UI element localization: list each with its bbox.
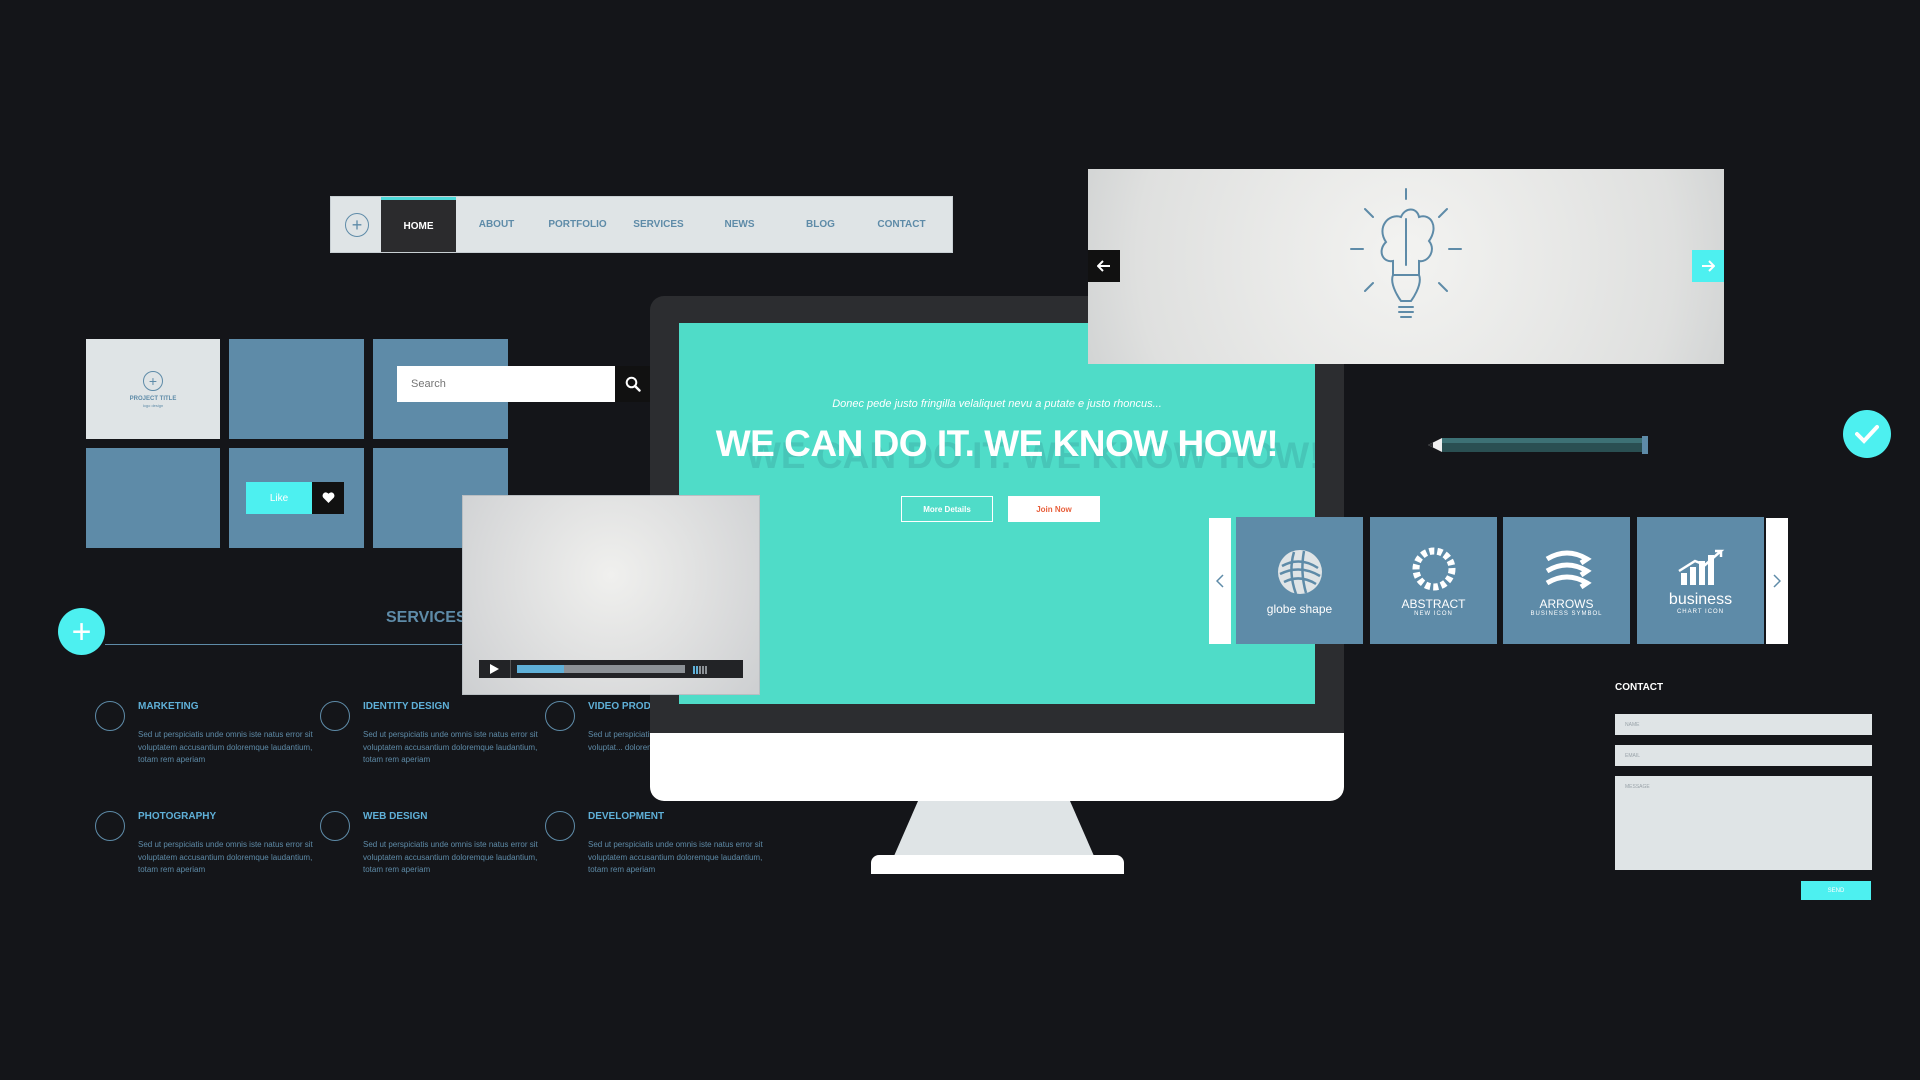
- nav-item-services[interactable]: SERVICES: [618, 197, 699, 252]
- nav-item-portfolio[interactable]: PORTFOLIO: [537, 197, 618, 252]
- nav-item-about[interactable]: ABOUT: [456, 197, 537, 252]
- laptop-icon: [320, 811, 350, 841]
- main-nav: + HOME ABOUT PORTFOLIO SERVICES NEWS BLO…: [330, 196, 953, 253]
- carousel-prev-button[interactable]: [1209, 518, 1231, 644]
- logo-title: business: [1668, 590, 1733, 608]
- arrow-left-icon: [1097, 260, 1110, 272]
- slider-prev-button[interactable]: [1088, 250, 1120, 282]
- plus-icon: +: [71, 612, 92, 651]
- globe-logo-icon: [1277, 549, 1322, 594]
- more-details-button[interactable]: More Details: [901, 496, 993, 522]
- logo-subtitle: CHART ICON: [1676, 608, 1725, 615]
- service-title: VIDEO PRODU: [588, 701, 659, 712]
- service-desc: Sed ut perspiciatis unde omnis iste natu…: [138, 730, 313, 764]
- carousel-next-button[interactable]: [1766, 518, 1788, 644]
- service-title: WEB DESIGN: [363, 811, 428, 822]
- logo-title: ABSTRACT: [1401, 596, 1466, 611]
- like-button[interactable]: Like: [246, 482, 344, 514]
- monitor-stand: [894, 801, 1094, 856]
- search-box: [397, 366, 651, 402]
- megaphone-icon: [95, 701, 125, 731]
- nav-item-home[interactable]: HOME: [381, 197, 456, 252]
- arrow-right-icon: [1702, 260, 1715, 272]
- grid-tile[interactable]: [86, 448, 220, 548]
- email-field[interactable]: EMAIL: [1615, 745, 1872, 766]
- chevron-right-icon: [1773, 574, 1781, 588]
- play-icon: [490, 664, 499, 674]
- search-input[interactable]: [397, 378, 577, 390]
- logo-tile[interactable]: ABSTRACT NEW ICON: [1370, 517, 1497, 644]
- pencil-icon: [1428, 436, 1648, 454]
- logo-tile[interactable]: globe shape: [1236, 517, 1363, 644]
- video-controls: [479, 660, 743, 678]
- chevron-left-icon: [1216, 574, 1224, 588]
- arrows-logo-icon: [1545, 550, 1592, 589]
- like-label: Like: [246, 482, 312, 514]
- project-tile[interactable]: + PROJECT TITLE logo design: [86, 339, 220, 439]
- video-camera-icon: [545, 701, 575, 731]
- message-field[interactable]: MESSAGE: [1615, 776, 1872, 870]
- project-subtitle: logo design: [142, 402, 164, 408]
- nav-item-blog[interactable]: BLOG: [780, 197, 861, 252]
- grid-tile[interactable]: [229, 339, 364, 439]
- service-title: DEVELOPMENT: [588, 811, 665, 822]
- logo-subtitle: BUSINESS SYMBOL: [1530, 610, 1603, 617]
- add-button[interactable]: +: [58, 608, 105, 655]
- contact-title: CONTACT: [1615, 682, 1664, 693]
- service-desc: Sed ut perspiciatis unde omnis iste natu…: [363, 730, 538, 764]
- chart-logo-icon: [1677, 549, 1724, 585]
- plus-icon: +: [143, 370, 163, 391]
- search-icon: [625, 376, 641, 392]
- image-slider: [1088, 169, 1724, 364]
- abstract-logo-icon: [1412, 547, 1455, 590]
- logo-title: globe shape: [1266, 601, 1333, 616]
- video-progress-fill: [517, 665, 565, 673]
- service-title: PHOTOGRAPHY: [138, 811, 217, 822]
- volume-icon[interactable]: [693, 664, 709, 674]
- nav-item-news[interactable]: NEWS: [699, 197, 780, 252]
- service-desc: Sed ut perspiciatis unde omnis iste natu…: [363, 840, 538, 874]
- logo-tile[interactable]: business CHART ICON: [1637, 517, 1764, 644]
- video-player[interactable]: [462, 495, 760, 695]
- monitor-base: [871, 855, 1124, 874]
- video-progress-bar[interactable]: [517, 665, 685, 673]
- logo-title: ARROWS: [1539, 596, 1594, 611]
- plus-icon[interactable]: +: [345, 212, 369, 237]
- nav-item-contact[interactable]: CONTACT: [861, 197, 942, 252]
- logo-tile[interactable]: ARROWS BUSINESS SYMBOL: [1503, 517, 1630, 644]
- hero-subtitle: Donec pede justo fringilla velaliquet ne…: [832, 398, 1162, 410]
- service-desc: Sed ut perspiciatis unde omnis iste natu…: [588, 840, 763, 874]
- logo-subtitle: NEW ICON: [1414, 610, 1453, 617]
- confirm-button[interactable]: [1843, 410, 1891, 458]
- slider-next-button[interactable]: [1692, 250, 1724, 282]
- brain-lightbulb-icon: [1350, 188, 1462, 318]
- monitor-screen: WE CAN DO IT. WE KNOW HOW! Donec pede ju…: [679, 323, 1315, 704]
- divider: [105, 644, 485, 645]
- join-now-button[interactable]: Join Now: [1008, 496, 1100, 522]
- hero-title: WE CAN DO IT. WE KNOW HOW!: [715, 423, 1279, 464]
- send-button[interactable]: SEND: [1801, 881, 1871, 900]
- project-title: PROJECT TITLE: [129, 395, 177, 402]
- checkmark-icon: [1855, 425, 1879, 444]
- service-desc: Sed ut perspiciatis unde omnis iste natu…: [138, 840, 313, 874]
- monitor-chin: [650, 733, 1344, 801]
- globe-icon: [545, 811, 575, 841]
- play-button[interactable]: [479, 660, 511, 678]
- name-field[interactable]: NAME: [1615, 714, 1872, 735]
- service-title: MARKETING: [138, 701, 199, 712]
- service-title: IDENTITY DESIGN: [363, 701, 450, 712]
- search-button[interactable]: [615, 366, 651, 402]
- aperture-icon: [95, 811, 125, 841]
- lightbulb-icon: [320, 701, 350, 731]
- heart-icon: [312, 482, 344, 514]
- services-title: SERVICES: [386, 609, 467, 626]
